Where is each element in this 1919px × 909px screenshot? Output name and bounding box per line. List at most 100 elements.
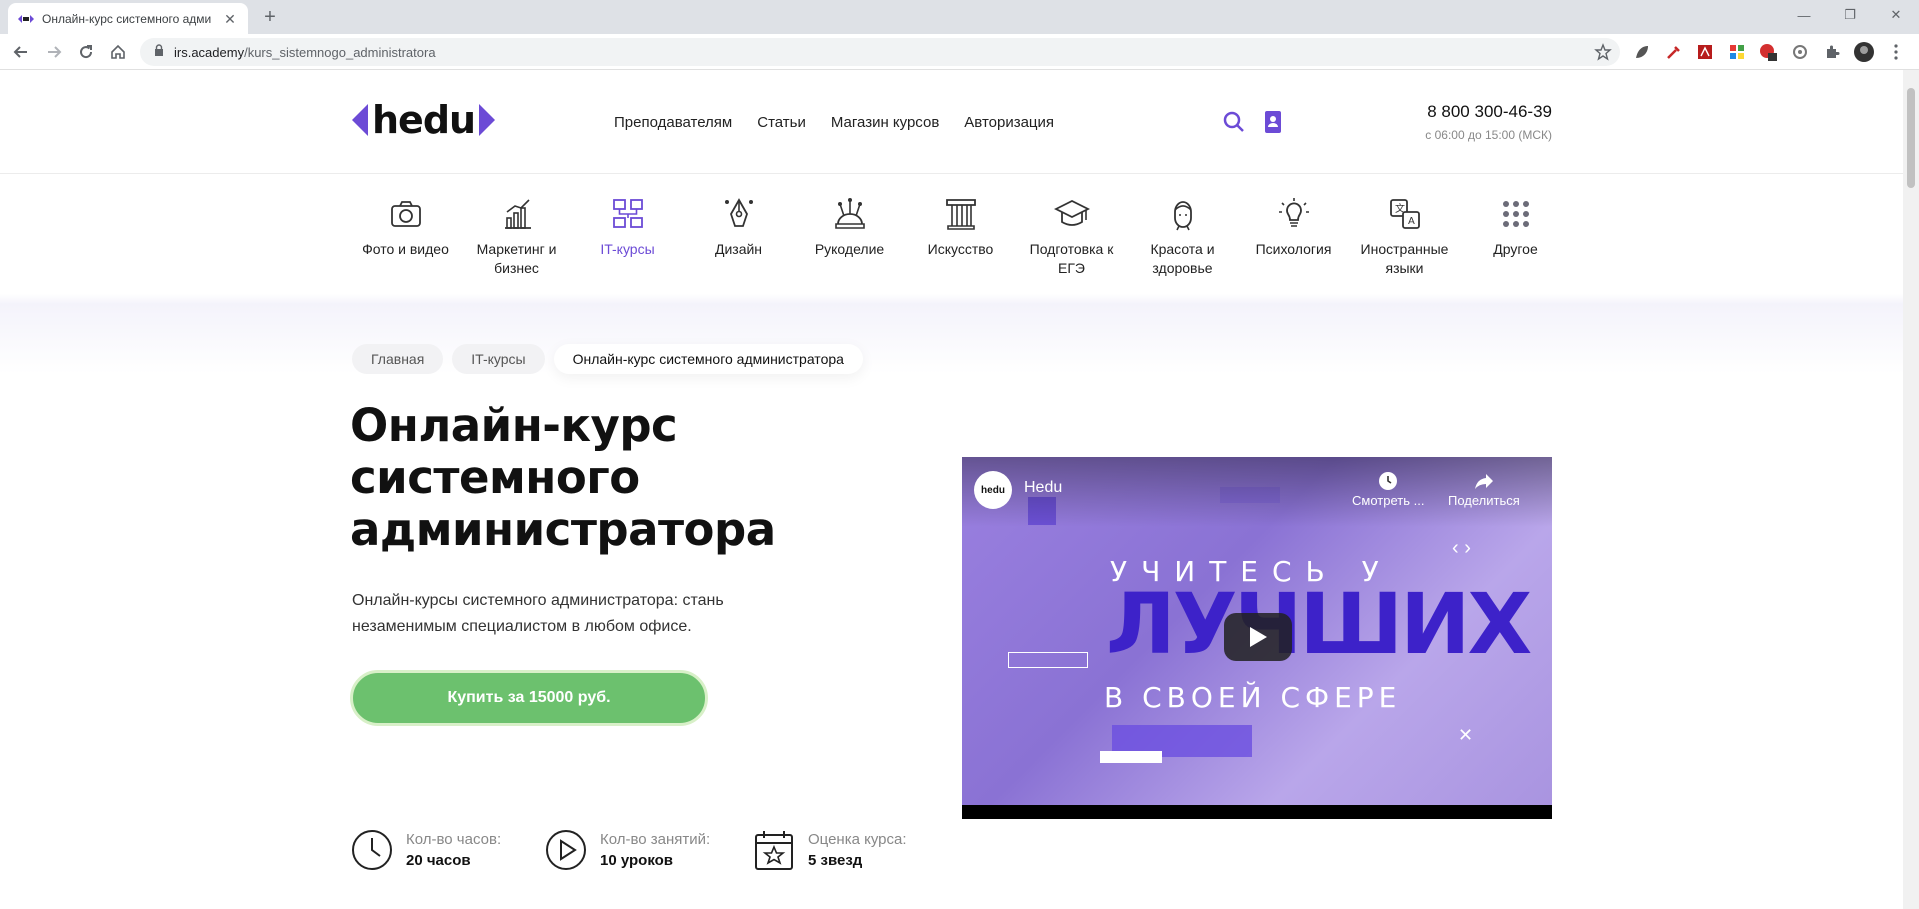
- buy-button[interactable]: Купить за 15000 руб.: [350, 670, 708, 726]
- video-text-line3: В СВОЕЙ СФЕРЕ: [1104, 681, 1402, 714]
- url-text: irs.academy/kurs_sistemnogo_administrato…: [174, 45, 436, 60]
- category-label: Психология: [1255, 241, 1332, 257]
- stat-value: 10 уроков: [600, 852, 674, 869]
- category-label: Подготовка к ЕГЭ: [1029, 241, 1114, 276]
- course-lead: Онлайн-курсы системного администратора: …: [352, 592, 724, 635]
- extension-grid-icon[interactable]: [1727, 42, 1747, 62]
- graduation-cap-icon: [1053, 199, 1090, 226]
- search-icon[interactable]: [1222, 110, 1246, 134]
- browser-tab[interactable]: Онлайн-курс системного адми ✕: [8, 3, 248, 34]
- chart-icon: [504, 199, 531, 229]
- pincushion-icon: [834, 198, 865, 229]
- browser-tabbar: Онлайн-курс системного адми ✕ + — ❐ ✕: [0, 0, 1919, 34]
- minimize-button[interactable]: —: [1781, 0, 1827, 30]
- share-button[interactable]: Поделиться: [1448, 471, 1520, 508]
- lock-icon: [154, 43, 164, 61]
- category-languages[interactable]: 文A Иностранные языки: [1349, 194, 1460, 278]
- video-deco-cross: ✕: [1458, 725, 1474, 745]
- breadcrumb-it[interactable]: IT-курсы: [452, 344, 545, 374]
- category-label: Дизайн: [714, 241, 763, 257]
- lightbulb-icon: [1278, 198, 1309, 227]
- url-path: /kurs_sistemnogo_administratora: [244, 44, 436, 60]
- back-button[interactable]: [9, 40, 33, 64]
- category-art[interactable]: Искусство: [905, 194, 1016, 278]
- nav-login[interactable]: Авторизация: [964, 114, 1054, 131]
- dots-grid-icon: [1502, 201, 1529, 227]
- breadcrumb-current: Онлайн-курс системного администратора: [553, 344, 863, 374]
- home-button[interactable]: [106, 40, 130, 64]
- page: hedu Преподавателям Статьи Магазин курсо…: [0, 70, 1903, 909]
- course-stats: Кол-во часов: 20 часов Кол-во занятий: 10 …: [350, 828, 907, 872]
- pen-tool-icon: [724, 198, 753, 227]
- extension-record-icon[interactable]: [1758, 42, 1778, 62]
- clock-icon: [352, 830, 392, 870]
- category-other[interactable]: Другое: [1460, 194, 1571, 278]
- channel-avatar[interactable]: hedu: [974, 471, 1012, 509]
- video-text-line2: ЛУЧШИХ: [1106, 575, 1532, 673]
- play-button[interactable]: [1224, 613, 1292, 661]
- url-domain: irs.academy: [174, 44, 245, 60]
- profile-avatar[interactable]: [1854, 42, 1874, 62]
- restore-button[interactable]: ❐: [1827, 0, 1873, 30]
- watch-later-button[interactable]: Смотреть ...: [1352, 471, 1424, 508]
- favicon-icon: [18, 11, 34, 27]
- phone-number[interactable]: 8 800 300-46-39: [1425, 102, 1552, 122]
- network-icon: [612, 199, 643, 228]
- main-nav: Преподавателям Статьи Магазин курсов Авт…: [614, 114, 1054, 131]
- browser-menu-icon[interactable]: [1886, 42, 1906, 62]
- category-design[interactable]: Дизайн: [683, 194, 794, 278]
- svg-text:A: A: [1408, 216, 1415, 227]
- reload-button[interactable]: [74, 40, 98, 64]
- stat-label: Кол-во занятий:: [600, 831, 711, 848]
- extensions-puzzle-icon[interactable]: [1822, 42, 1842, 62]
- breadcrumb-home[interactable]: Главная: [352, 344, 444, 374]
- share-label: Поделиться: [1448, 493, 1520, 508]
- tab-close-icon[interactable]: ✕: [222, 11, 238, 27]
- category-marketing[interactable]: Маркетинг и бизнес: [461, 194, 572, 278]
- category-handmade[interactable]: Рукоделие: [794, 194, 905, 278]
- share-arrow-icon: [1474, 474, 1493, 489]
- extension-eye-icon[interactable]: [1790, 42, 1810, 62]
- logo[interactable]: hedu: [352, 98, 496, 142]
- video-deco-outline: [1008, 652, 1088, 668]
- scrollbar-thumb[interactable]: [1907, 88, 1915, 188]
- video-deco-white-bar: [1100, 751, 1162, 763]
- nav-articles[interactable]: Статьи: [757, 114, 806, 131]
- play-icon: [1250, 627, 1267, 647]
- nav-shop[interactable]: Магазин курсов: [831, 114, 939, 131]
- close-window-button[interactable]: ✕: [1873, 0, 1919, 30]
- category-ege[interactable]: Подготовка к ЕГЭ: [1016, 194, 1127, 278]
- video-player[interactable]: ✕ ‹ › hedu Hedu Смотреть ... Поделиться …: [962, 457, 1552, 819]
- watch-later-label: Смотреть ...: [1352, 493, 1425, 508]
- video-frame[interactable]: ✕ ‹ › hedu Hedu Смотреть ... Поделиться …: [962, 457, 1552, 805]
- tab-title: Онлайн-курс системного адми: [42, 11, 212, 26]
- page-scrollbar[interactable]: [1903, 70, 1919, 909]
- logo-text: hedu: [372, 98, 476, 142]
- category-beauty[interactable]: Красота и здоровье: [1127, 194, 1238, 278]
- extension-pdf-icon[interactable]: [1695, 42, 1715, 62]
- contacts-book-icon[interactable]: [1263, 110, 1287, 134]
- category-label: Красота и здоровье: [1150, 241, 1215, 276]
- browser-toolbar: irs.academy/kurs_sistemnogo_administrato…: [0, 34, 1919, 70]
- breadcrumb: Главная IT-курсы Онлайн-курс системного …: [352, 344, 863, 374]
- nav-teachers[interactable]: Преподавателям: [614, 114, 732, 131]
- extension-pipette-icon[interactable]: [1664, 42, 1684, 62]
- extension-leaf-icon[interactable]: [1632, 42, 1652, 62]
- play-circle-icon: [546, 830, 586, 870]
- new-tab-button[interactable]: +: [258, 6, 282, 30]
- category-psychology[interactable]: Психология: [1238, 194, 1349, 278]
- phone-block: 8 800 300-46-39 с 06:00 до 15:00 (МСК): [1425, 102, 1552, 142]
- category-it[interactable]: IT-курсы: [572, 194, 683, 278]
- page-title: Онлайн-курс системного администратора: [350, 399, 776, 556]
- category-photo-video[interactable]: Фото и видео: [350, 194, 461, 278]
- bookmark-star-icon[interactable]: [1594, 43, 1612, 66]
- work-hours: с 06:00 до 15:00 (МСК): [1425, 128, 1552, 142]
- category-label: Фото и видео: [362, 241, 449, 257]
- forward-button[interactable]: [42, 40, 66, 64]
- logo-right-arrow-icon: [479, 104, 496, 136]
- clock-icon: [1379, 472, 1398, 490]
- address-bar[interactable]: irs.academy/kurs_sistemnogo_administrato…: [140, 38, 1620, 66]
- video-channel-title[interactable]: Hedu: [1024, 479, 1062, 497]
- stat-value: 5 звезд: [808, 852, 863, 869]
- stat-label: Кол-во часов:: [406, 831, 502, 848]
